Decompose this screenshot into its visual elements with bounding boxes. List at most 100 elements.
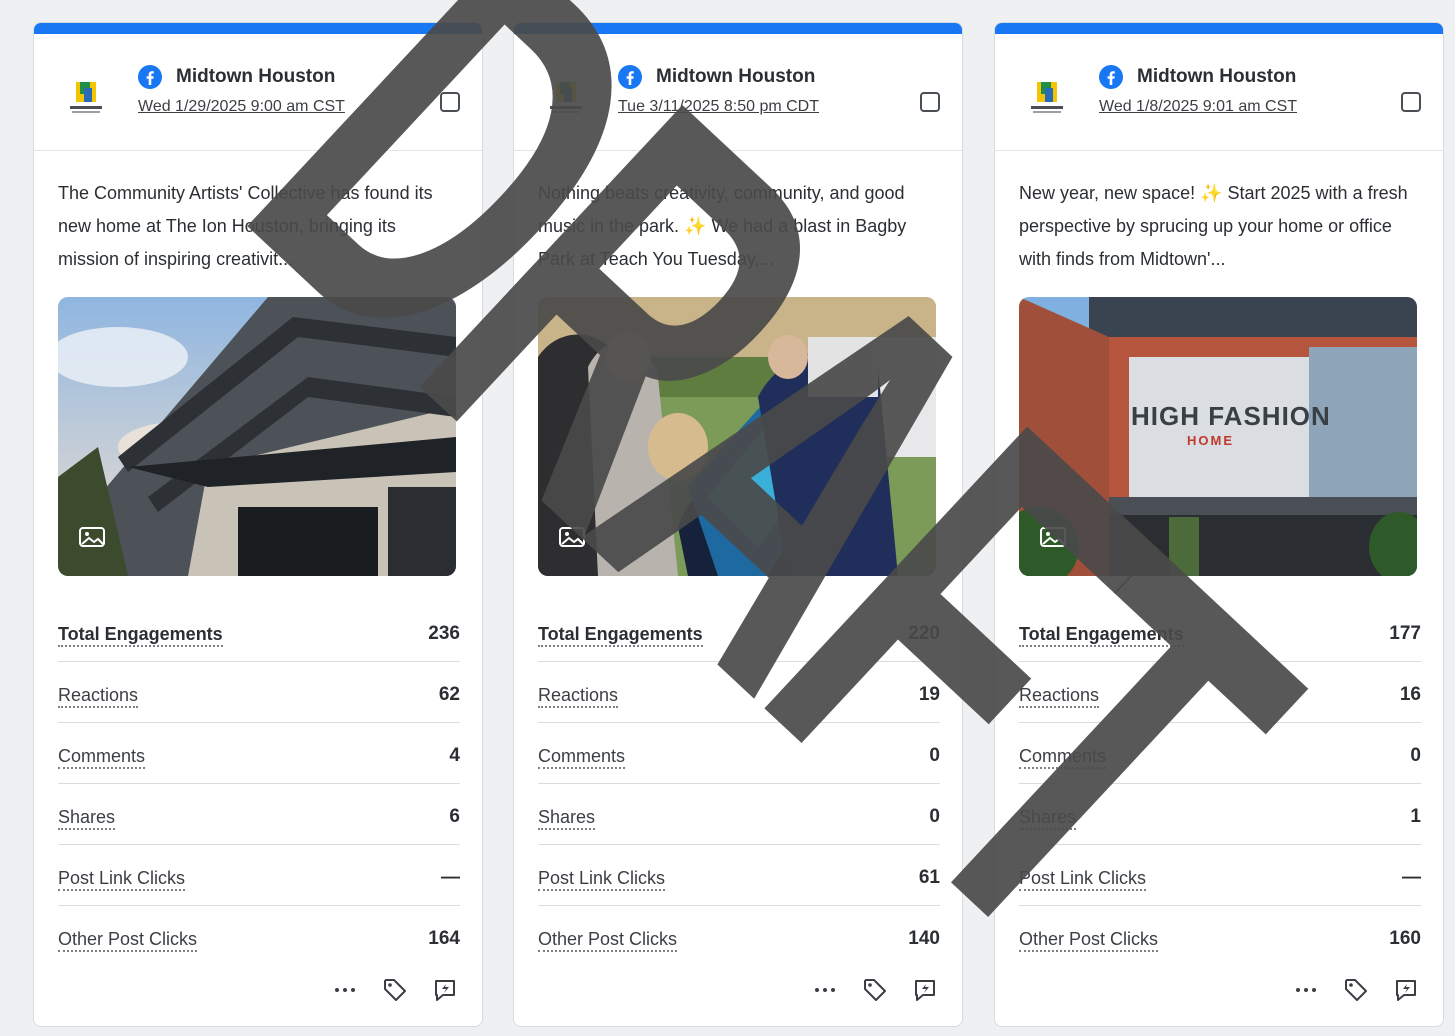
metric-row: Total Engagements 220 xyxy=(538,601,940,662)
post-image[interactable] xyxy=(58,297,456,576)
metric-label[interactable]: Shares xyxy=(1019,806,1077,830)
metric-value: 164 xyxy=(428,928,460,949)
metric-label[interactable]: Shares xyxy=(538,806,596,830)
metric-label[interactable]: Total Engagements xyxy=(538,623,703,647)
platform-color-bar xyxy=(995,23,1443,34)
metric-value: 0 xyxy=(929,745,940,766)
metric-value: 6 xyxy=(449,806,460,827)
metric-label[interactable]: Reactions xyxy=(538,684,619,708)
metric-row: Total Engagements 236 xyxy=(58,601,460,662)
storefront-photo: HIGH FASHION HOME xyxy=(1019,297,1417,576)
account-name: Midtown Houston xyxy=(656,66,816,87)
metric-value: 160 xyxy=(1389,928,1421,949)
more-icon xyxy=(815,988,835,992)
metric-row: Post Link Clicks — xyxy=(58,845,460,906)
more-button[interactable] xyxy=(1291,975,1321,1005)
metric-row: Reactions 19 xyxy=(538,662,940,723)
account-name: Midtown Houston xyxy=(176,66,336,87)
metric-label[interactable]: Other Post Clicks xyxy=(1019,928,1159,952)
post-card[interactable]: Midtown Houston Wed 1/8/2025 9:01 am CST… xyxy=(994,22,1444,1027)
more-icon xyxy=(335,988,355,992)
metric-value: 0 xyxy=(1410,745,1421,766)
metric-label[interactable]: Post Link Clicks xyxy=(1019,867,1147,891)
metric-label[interactable]: Comments xyxy=(58,745,146,769)
tag-button[interactable] xyxy=(1341,975,1371,1005)
building-photo xyxy=(58,297,456,576)
account-name: Midtown Houston xyxy=(1137,66,1297,87)
metric-value: 4 xyxy=(449,745,460,766)
facebook-icon xyxy=(618,65,642,89)
metric-label[interactable]: Comments xyxy=(538,745,626,769)
metric-row: Reactions 62 xyxy=(58,662,460,723)
metric-row: Comments 0 xyxy=(1019,723,1421,784)
quick-reply-icon xyxy=(915,980,935,1001)
tag-icon xyxy=(384,979,406,1001)
metric-value: 16 xyxy=(1399,684,1421,705)
metrics-list: Total Engagements 236 Reactions 62 Comme… xyxy=(58,601,460,967)
post-date-link[interactable]: Wed 1/29/2025 9:00 am CST xyxy=(138,97,345,117)
metric-label[interactable]: Shares xyxy=(58,806,116,830)
metric-value: — xyxy=(1402,867,1421,888)
platform-color-bar xyxy=(34,23,482,34)
more-button[interactable] xyxy=(810,975,840,1005)
metric-label[interactable]: Other Post Clicks xyxy=(58,928,198,952)
select-checkbox[interactable] xyxy=(1401,92,1421,112)
image-icon xyxy=(559,527,585,547)
more-button[interactable] xyxy=(330,975,360,1005)
metric-value: 220 xyxy=(908,623,940,644)
metric-value: 62 xyxy=(438,684,460,705)
post-card[interactable]: Midtown Houston Wed 1/29/2025 9:00 am CS… xyxy=(33,22,483,1027)
metric-row: Shares 0 xyxy=(538,784,940,845)
metric-row: Other Post Clicks 140 xyxy=(538,906,940,967)
platform-color-bar xyxy=(514,23,962,34)
metric-label[interactable]: Post Link Clicks xyxy=(538,867,666,891)
tag-icon xyxy=(864,979,886,1001)
park-painting-photo xyxy=(538,297,936,576)
facebook-icon xyxy=(138,65,162,89)
quick-reply-button[interactable] xyxy=(1391,975,1421,1005)
card-header: Midtown Houston Tue 3/11/2025 8:50 pm CD… xyxy=(514,34,962,151)
quick-reply-button[interactable] xyxy=(910,975,940,1005)
metric-value: 177 xyxy=(1389,623,1421,644)
metric-row: Post Link Clicks — xyxy=(1019,845,1421,906)
metric-label[interactable]: Comments xyxy=(1019,745,1107,769)
metric-row: Reactions 16 xyxy=(1019,662,1421,723)
metrics-list: Total Engagements 220 Reactions 19 Comme… xyxy=(538,601,940,967)
select-checkbox[interactable] xyxy=(440,92,460,112)
post-image[interactable] xyxy=(538,297,936,576)
post-image[interactable]: HIGH FASHION HOME xyxy=(1019,297,1417,576)
metric-row: Other Post Clicks 160 xyxy=(1019,906,1421,967)
metric-label[interactable]: Total Engagements xyxy=(1019,623,1184,647)
post-date-link[interactable]: Tue 3/11/2025 8:50 pm CDT xyxy=(618,97,819,117)
metric-row: Other Post Clicks 164 xyxy=(58,906,460,967)
midtown-logo-icon xyxy=(70,82,102,113)
metric-label[interactable]: Post Link Clicks xyxy=(58,867,186,891)
sign-subtext: HOME xyxy=(1187,433,1234,448)
post-card[interactable]: Midtown Houston Tue 3/11/2025 8:50 pm CD… xyxy=(513,22,963,1027)
metric-value: 1 xyxy=(1410,806,1421,827)
tag-button[interactable] xyxy=(380,975,410,1005)
quick-reply-button[interactable] xyxy=(430,975,460,1005)
metric-label[interactable]: Reactions xyxy=(1019,684,1100,708)
quick-reply-icon xyxy=(1396,980,1416,1001)
card-header: Midtown Houston Wed 1/8/2025 9:01 am CST xyxy=(995,34,1443,151)
metric-label[interactable]: Reactions xyxy=(58,684,139,708)
metric-label[interactable]: Total Engagements xyxy=(58,623,223,647)
select-checkbox[interactable] xyxy=(920,92,940,112)
sign-text: HIGH FASHION xyxy=(1131,401,1331,431)
midtown-logo-icon xyxy=(1031,82,1063,113)
metric-value: 140 xyxy=(908,928,940,949)
post-text: Nothing beats creativity, community, and… xyxy=(538,183,907,269)
metric-label[interactable]: Other Post Clicks xyxy=(538,928,678,952)
metric-row: Total Engagements 177 xyxy=(1019,601,1421,662)
metric-row: Comments 4 xyxy=(58,723,460,784)
quick-reply-icon xyxy=(435,980,455,1001)
metric-row: Post Link Clicks 61 xyxy=(538,845,940,906)
metric-value: 19 xyxy=(918,684,940,705)
metric-row: Comments 0 xyxy=(538,723,940,784)
post-cards-grid: Midtown Houston Wed 1/29/2025 9:00 am CS… xyxy=(33,22,1453,1032)
post-date-link[interactable]: Wed 1/8/2025 9:01 am CST xyxy=(1099,97,1297,117)
metric-value: 0 xyxy=(929,806,940,827)
metric-value: 61 xyxy=(918,867,940,888)
tag-button[interactable] xyxy=(860,975,890,1005)
